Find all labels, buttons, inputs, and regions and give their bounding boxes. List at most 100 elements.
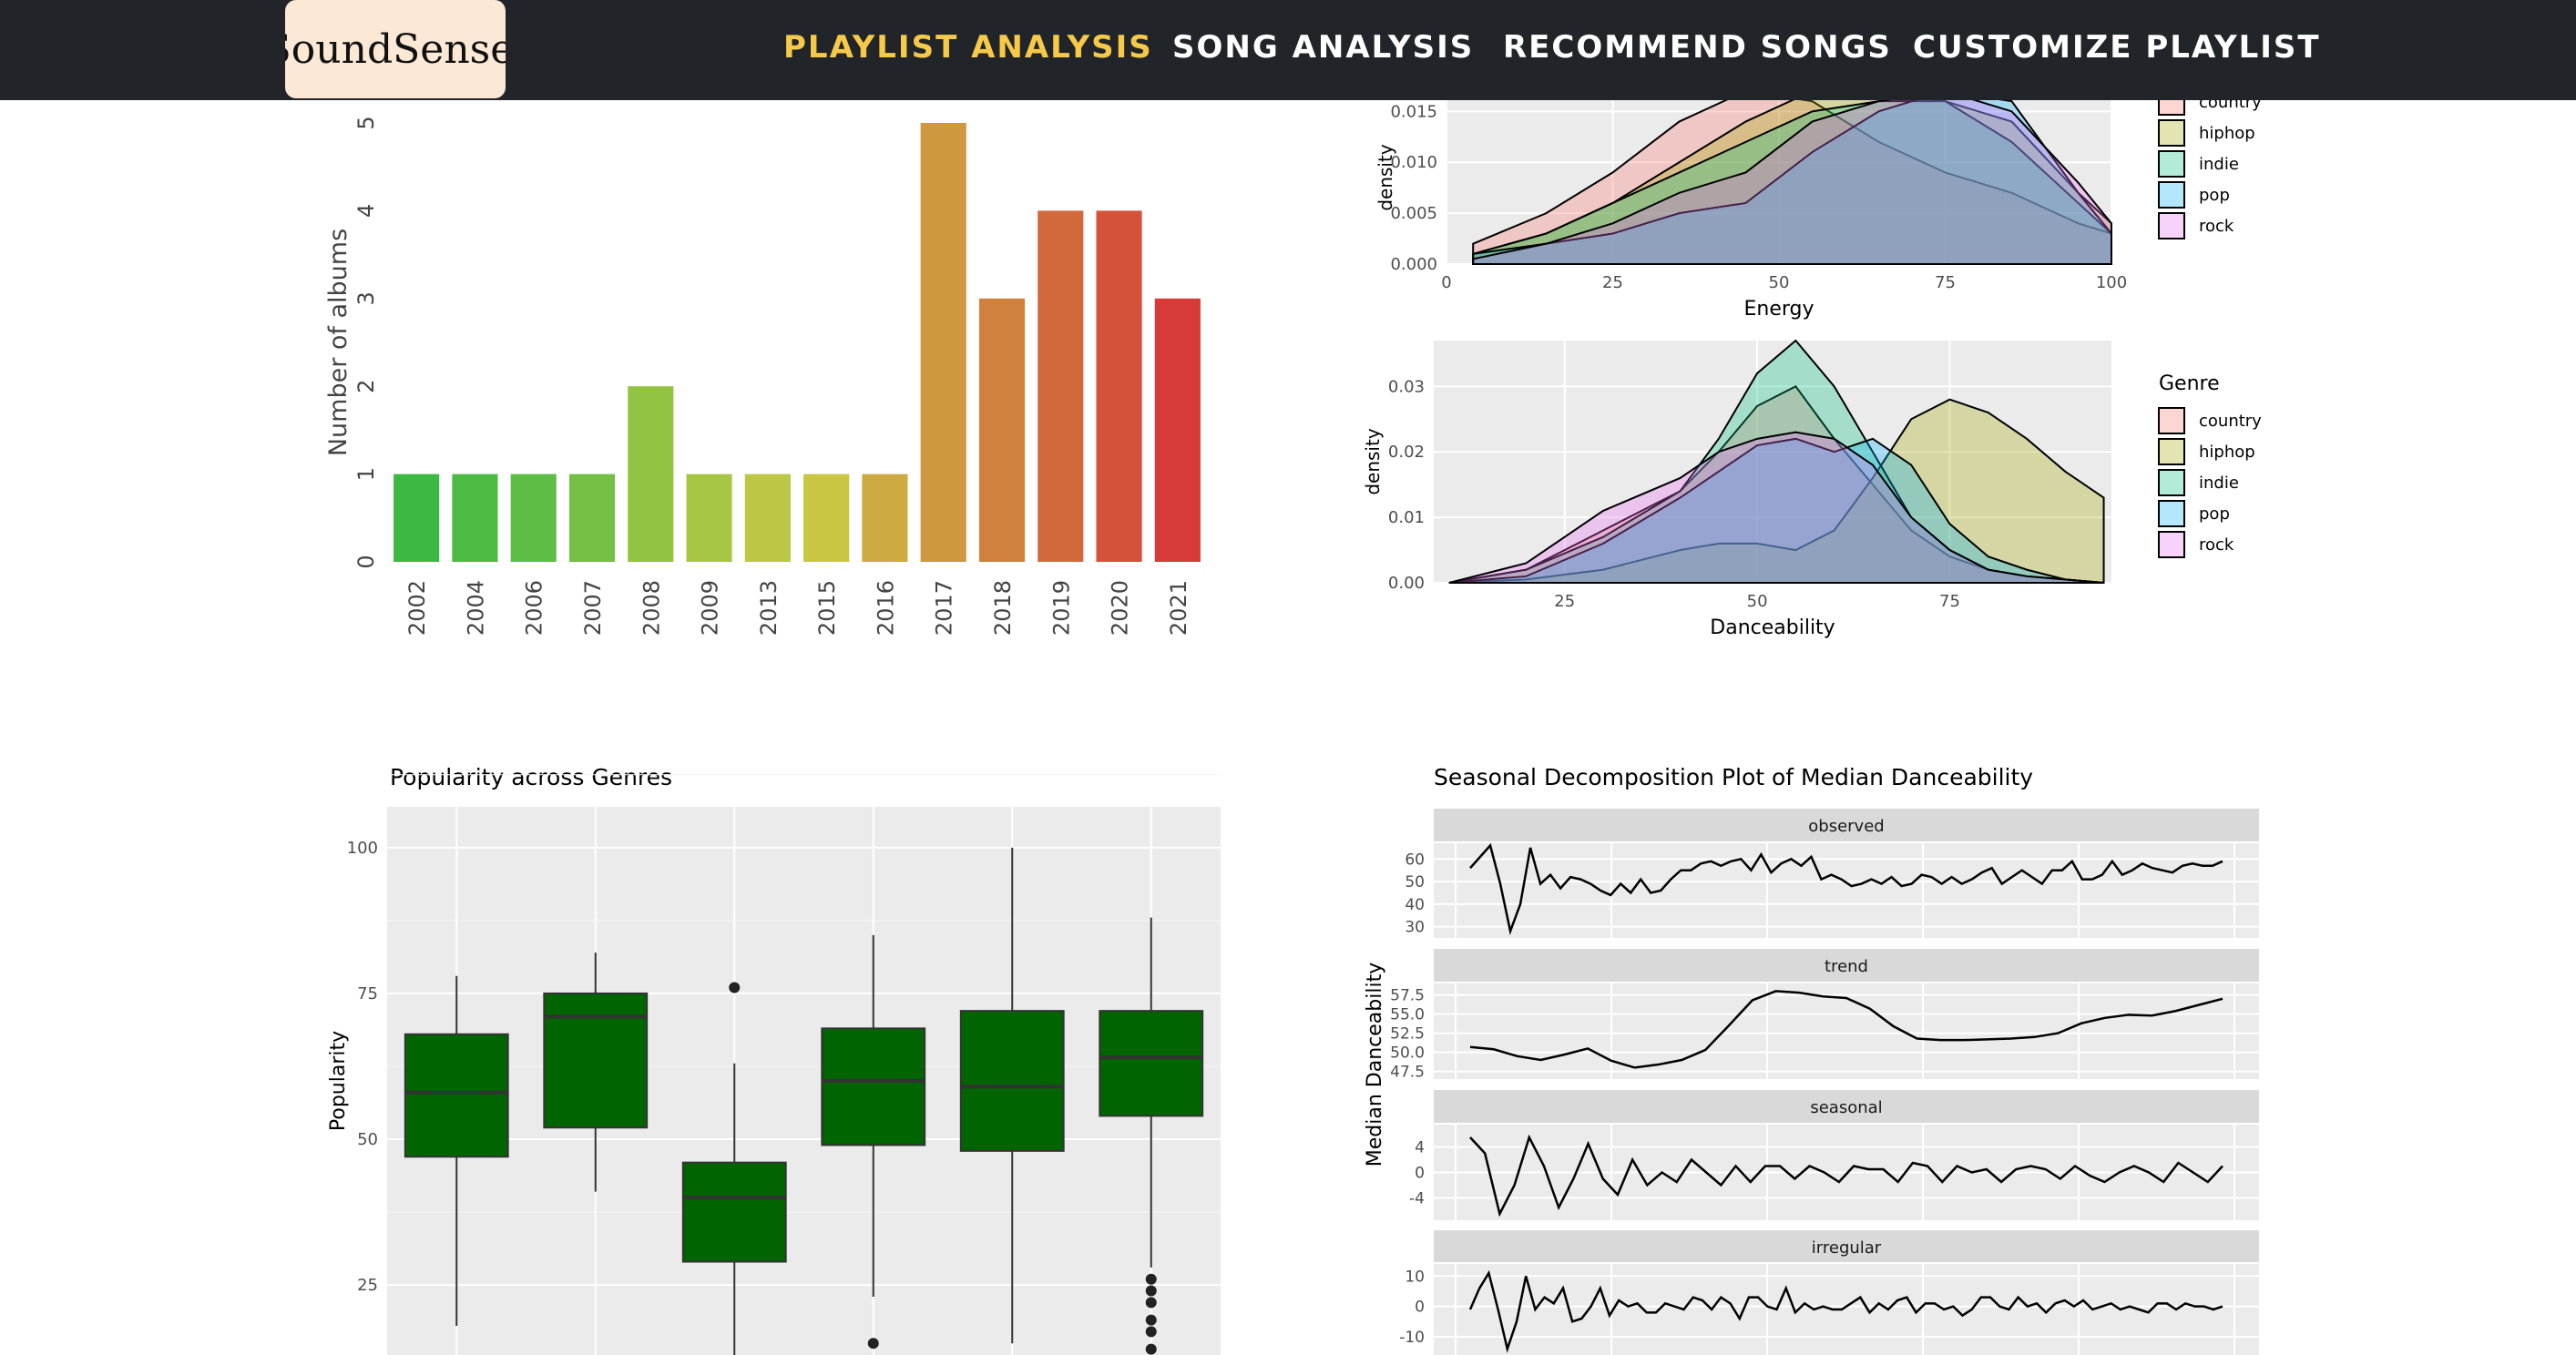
y-axis-label: Popularity <box>327 1031 350 1131</box>
box <box>543 992 649 1129</box>
nav-customize-playlist[interactable]: CUSTOMIZE PLAYLIST <box>1913 29 2321 66</box>
legend-key-hiphop <box>2158 438 2185 465</box>
x-tick-label: 25 <box>1554 592 1575 611</box>
strip-label-trend: trend <box>1825 957 1868 976</box>
seasonal-decomposition-svg: Seasonal Decomposition Plot of Median Da… <box>1364 764 2259 1355</box>
bar-2017 <box>920 123 966 562</box>
y-tick-label: 40 <box>1405 896 1425 914</box>
x-tick-label: 2020 <box>1108 580 1133 636</box>
danceability-density-chart: 25 50 75 0.00 0.01 0.02 0.03 Danceability densit… <box>1357 337 2295 651</box>
x-tick-label: 2013 <box>756 580 782 636</box>
x-tick-label: 50 <box>1769 273 1790 292</box>
legend-key-hiphop <box>2158 119 2185 147</box>
box <box>1099 1010 1204 1117</box>
nav-song-analysis[interactable]: SONG ANALYSIS <box>1172 29 1474 66</box>
x-tick-label: 2018 <box>990 580 1016 636</box>
y-tick-label: 4 <box>353 204 379 218</box>
albums-bar-chart-svg: Number of albums 0 1 2 3 4 5 2002 2004 2006 2007 20… <box>324 116 1201 636</box>
y-axis-label: Median Danceability <box>1364 963 1386 1167</box>
legend-label-country: country <box>2199 100 2262 112</box>
legend-label-pop: pop <box>2199 504 2230 524</box>
bar-2002 <box>394 474 440 562</box>
x-tick-label: 2009 <box>698 580 723 636</box>
y-tick-label: 60 <box>1405 851 1425 869</box>
x-axis-label: Energy <box>1743 298 1814 321</box>
box <box>821 1027 926 1146</box>
chart-title: Popularity across Genres <box>390 764 672 790</box>
box <box>404 1033 509 1158</box>
x-tick-label: 2008 <box>639 580 664 636</box>
x-tick-label: 2002 <box>404 580 430 636</box>
bar-2018 <box>978 298 1026 562</box>
y-tick-label: 55.0 <box>1390 1006 1425 1024</box>
legend-label-indie: indie <box>2199 474 2239 493</box>
x-tick-label: 2007 <box>580 580 606 636</box>
y-tick-label: 25 <box>357 1276 378 1295</box>
bar-2015 <box>803 474 850 562</box>
x-tick-label: 2004 <box>463 580 488 636</box>
bar-2019 <box>1038 210 1084 562</box>
y-tick-label: -4 <box>1409 1190 1425 1208</box>
y-tick-label: 30 <box>1405 919 1425 937</box>
bar-2009 <box>686 474 732 562</box>
box <box>959 1010 1065 1152</box>
y-tick-label: 5 <box>353 116 379 129</box>
bar-2006 <box>510 474 557 562</box>
energy-density-chart: 0 25 50 75 100 0.000 0.005 0.010 0.015 Energy dens… <box>1357 100 2295 328</box>
nav-recommend-songs[interactable]: RECOMMEND SONGS <box>1503 29 1892 66</box>
legend-key-rock <box>2158 212 2185 239</box>
outlier-point <box>1145 1343 1157 1355</box>
danceability-density-svg: 25 50 75 0.00 0.01 0.02 0.03 Danceability densit… <box>1362 339 2262 639</box>
legend-label-pop: pop <box>2199 186 2230 205</box>
x-tick-label: 2017 <box>932 580 957 636</box>
x-tick-label: 0 <box>1441 273 1451 292</box>
x-tick-label: 2021 <box>1166 580 1191 636</box>
y-tick-label: 57.5 <box>1390 987 1425 1005</box>
navbar: SoundSensei PLAYLIST ANALYSIS SONG ANALY… <box>0 0 2576 100</box>
popularity-boxplot-svg: Popularity across Genres 25 50 75 100 Popular… <box>327 764 1221 1355</box>
y-tick-label: 0 <box>1415 1299 1425 1317</box>
x-tick-label: 75 <box>1935 273 1956 292</box>
x-tick-label: 2019 <box>1048 580 1074 636</box>
legend-label-country: country <box>2199 412 2262 431</box>
y-tick-label: 50.0 <box>1390 1044 1425 1063</box>
y-tick-label: 0 <box>1415 1165 1425 1183</box>
y-tick-label: 10 <box>1405 1268 1425 1286</box>
box <box>681 1161 787 1263</box>
x-tick-label: 2006 <box>522 580 547 636</box>
panel-observed <box>1434 843 2259 938</box>
y-tick-label: 47.5 <box>1390 1064 1425 1082</box>
popularity-boxplot-chart: Popularity across Genres 25 50 75 100 Popular… <box>319 756 1230 1355</box>
legend-key-country <box>2158 100 2185 116</box>
seasonal-decomposition-chart: Seasonal Decomposition Plot of Median Da… <box>1357 756 2268 1355</box>
strip-label-seasonal: seasonal <box>1810 1098 1882 1117</box>
albums-by-year-chart: Number of albums 0 1 2 3 4 5 2002 2004 2006 2007 20… <box>310 100 1239 665</box>
nav-playlist-analysis[interactable]: PLAYLIST ANALYSIS <box>783 29 1153 66</box>
outlier-point <box>1145 1314 1157 1326</box>
y-tick-label: 0.01 <box>1388 508 1425 527</box>
logo[interactable]: SoundSensei <box>285 0 506 98</box>
chart-title: Seasonal Decomposition Plot of Median Da… <box>1434 764 2033 790</box>
legend-key-country <box>2158 407 2185 434</box>
y-tick-label: 0.000 <box>1390 255 1437 274</box>
legend-key-pop <box>2158 181 2185 209</box>
bar-2020 <box>1096 210 1142 562</box>
y-tick-label: 0.015 <box>1390 102 1437 121</box>
legend-key-pop <box>2158 500 2185 527</box>
y-axis-label: density <box>1375 144 1396 210</box>
bar-2016 <box>862 474 908 562</box>
x-tick-label: 100 <box>2096 273 2127 292</box>
y-tick-label: 52.5 <box>1390 1025 1425 1044</box>
y-tick-label: 50 <box>357 1130 378 1149</box>
x-tick-label: 50 <box>1747 592 1768 611</box>
y-tick-label: 3 <box>353 291 379 305</box>
y-tick-label: 100 <box>347 839 378 858</box>
y-tick-label: 0.010 <box>1390 153 1437 172</box>
bar-2007 <box>568 474 616 562</box>
strip-label-observed: observed <box>1808 817 1884 836</box>
x-tick-label: 75 <box>1939 592 1960 611</box>
bar-2008 <box>628 386 674 562</box>
y-tick-label: 0.00 <box>1388 574 1425 593</box>
y-axis-label: Number of albums <box>324 229 353 456</box>
y-tick-label: 0.005 <box>1390 204 1437 223</box>
